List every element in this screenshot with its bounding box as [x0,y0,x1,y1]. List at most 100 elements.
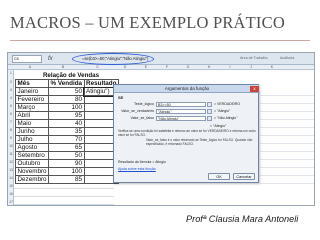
cell-month[interactable]: Julho [14,135,50,144]
name-box[interactable]: C5 [12,55,42,63]
collapse-dialog-icon[interactable] [207,108,212,114]
row-number[interactable]: 8 [8,128,14,132]
argument-description: Valor_se_falso é o valor retornado se Te… [146,138,253,146]
table-row: Julho 70 [14,135,120,144]
arg-label: Teste_lógico [134,102,154,106]
slide-title: MACROS – UM EXEMPLO PRÁTICO [10,13,285,32]
grid-line [260,167,314,168]
row-number[interactable]: 10 [8,144,14,148]
function-result: = "Atingiu" [210,124,227,128]
cell-pct[interactable]: 35 [48,127,85,136]
arg-input-value-if-false[interactable]: "Não Atingiu" [156,115,206,121]
cell-month[interactable]: Setembro [14,151,50,160]
row-number[interactable]: 11 [8,152,14,156]
close-icon[interactable]: x [250,86,259,92]
cell-pct[interactable]: 50 [48,151,85,160]
grid-line [14,196,114,197]
row-number[interactable]: 2 [8,80,14,84]
arg-label: Valor_se_falso [130,116,154,120]
grid-line [14,188,114,189]
cell-month[interactable]: Outubro [14,159,50,168]
cell-pct[interactable]: 95 [48,111,85,120]
function-description: Verifica se uma condição foi satisfeita … [118,129,256,137]
formula-bar: C5 fx =se(b3>=50;"Atingiu";"Não Atingiu"… [8,53,314,65]
cell-pct[interactable]: 100 [48,167,85,176]
cell-month[interactable]: Fevereiro [14,95,50,104]
table-header-row: Mês % Vendida Resultado [14,79,120,88]
cancel-button[interactable]: Cancelar [233,173,255,180]
table-row: Outubro 90 [14,159,120,168]
grid-line [14,204,114,205]
row-number[interactable]: 7 [8,120,14,124]
row-number[interactable]: 12 [8,160,14,164]
table-row: Junho 35 [14,127,120,136]
cell-pct[interactable]: 85 [48,175,85,184]
table-row: Janeiro 50 Atingiu") [14,86,120,97]
cell-pct[interactable]: 90 [48,159,85,168]
row-numbers: 1 2 3 4 5 6 7 8 9 10 11 12 13 14 15 16 1… [8,70,14,205]
table-row: Maio 40 [14,119,120,128]
formula-input[interactable]: =se(b3>=50;"Atingiu";"Não Atingiu") [82,55,150,63]
cell-month[interactable]: Abril [14,111,50,120]
function-name: SE [118,95,124,100]
collapse-dialog-icon[interactable] [207,101,212,107]
title-divider [10,40,310,41]
name-box-value: C5 [14,57,19,61]
table-row: Setembro 50 [14,151,120,160]
cell-pct[interactable]: 100 [48,103,85,112]
cell-month[interactable]: Maio [14,119,50,128]
cell-pct[interactable]: 50 [48,87,85,96]
cell-month[interactable]: Agosto [14,143,50,152]
grid-line [260,119,314,120]
arg-evaluated-value: = "Não Atingiu" [214,116,238,120]
cell-month[interactable]: Junho [14,127,50,136]
grid-line [260,175,314,176]
ok-button[interactable]: OK [208,173,230,180]
cell-month[interactable]: Novembro [14,167,50,176]
row-number[interactable]: 1 [8,71,14,75]
table-row: Novembro 100 [14,167,120,176]
cell-month[interactable]: Janeiro [14,87,50,96]
cell-month[interactable]: Março [14,103,50,112]
grid-line [260,143,314,144]
formula-result: Resultado da fórmula = Atingiu [118,160,166,164]
table-row: Fevereiro 80 [14,95,120,104]
row-number[interactable]: 3 [8,88,14,92]
dialog-title: Argumentos da função [164,86,210,91]
arg-evaluated-value: = "Atingiu" [214,109,231,113]
cell-pct[interactable]: 70 [48,135,85,144]
cell-month[interactable]: Dezembro [14,175,50,184]
help-link[interactable]: Ajuda sobre esta função [118,167,156,171]
grid-line [260,159,314,160]
arg-label: Valor_se_verdadeiro [121,109,154,113]
collapse-dialog-icon[interactable] [207,115,212,121]
function-arguments-dialog: Argumentos da função x SE Teste_lógico B… [113,84,260,183]
row-number[interactable]: 4 [8,96,14,100]
cell-pct[interactable]: 80 [48,95,85,104]
arg-input-value-if-true[interactable]: "Atingiu" [156,108,206,114]
row-number[interactable]: 9 [8,136,14,140]
grid-line [260,151,314,152]
table-title: Relação de Vendas [42,72,100,79]
header-pct-sold[interactable]: % Vendida [48,79,85,88]
arg-row-logical-test: Teste_lógico B3>=50 = VERDADEIRO [114,101,260,107]
row-number[interactable]: 6 [8,112,14,116]
ribbon-label-workspace[interactable]: Área de Trabalho [240,54,268,62]
row-number[interactable]: 13 [8,168,14,172]
dialog-titlebar[interactable]: Argumentos da função x [114,85,260,93]
ribbon-label-audit[interactable]: Auditoria [280,54,294,62]
arg-evaluated-value: = VERDADEIRO [214,102,241,106]
row-number[interactable]: 14 [8,176,14,180]
arg-input-logical-test[interactable]: B3>=50 [156,101,206,107]
header-month[interactable]: Mês [14,79,50,88]
cell-pct[interactable]: 40 [48,119,85,128]
arg-row-value-if-true: Valor_se_verdadeiro "Atingiu" = "Atingiu… [114,108,260,114]
row-number[interactable]: 5 [8,104,14,108]
worksheet: 1 2 3 4 5 6 7 8 9 10 11 12 13 14 15 16 1… [8,70,314,205]
cell-pct[interactable]: 65 [48,143,85,152]
grid-line [260,103,314,104]
table-row: Março 100 [14,103,120,112]
grid-line [260,111,314,112]
grid-line [260,95,314,96]
table-row: Abril 95 [14,111,120,120]
